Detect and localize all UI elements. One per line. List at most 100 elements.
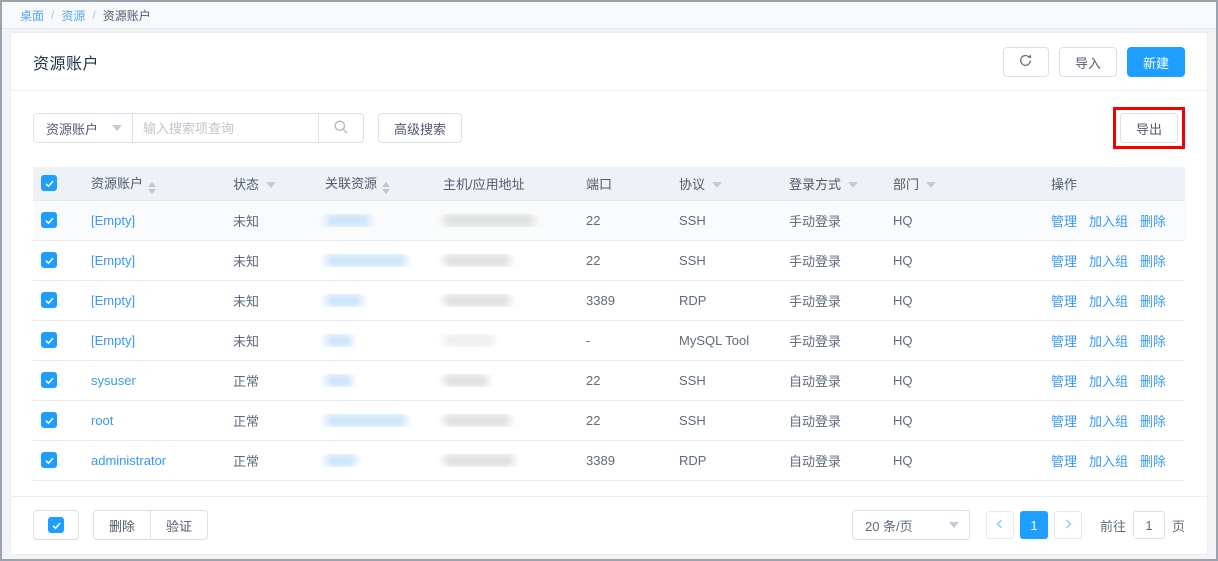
table-row: [Empty] 未知 22 SSH 手动登录 HQ 管理加入组删除 (33, 201, 1185, 241)
column-header-protocol[interactable]: 协议 (671, 174, 781, 193)
footer-select-all-button[interactable] (33, 510, 79, 540)
breadcrumb-desktop[interactable]: 桌面 (20, 7, 44, 24)
prev-page-button[interactable] (986, 511, 1014, 539)
delete-link[interactable]: 删除 (1140, 334, 1166, 349)
column-header-login-method[interactable]: 登录方式 (781, 174, 885, 193)
page-size-select[interactable]: 20 条/页 (852, 510, 970, 540)
department-cell: HQ (885, 293, 1043, 308)
current-page-button[interactable]: 1 (1020, 511, 1048, 539)
table-row: root 正常 22 SSH 自动登录 HQ 管理加入组删除 (33, 401, 1185, 441)
table-row: [Empty] 未知 3389 RDP 手动登录 HQ 管理加入组删除 (33, 281, 1185, 321)
join-group-link[interactable]: 加入组 (1089, 214, 1128, 229)
next-page-button[interactable] (1054, 511, 1082, 539)
blurred-resource-value (325, 454, 357, 467)
delete-link[interactable]: 删除 (1140, 454, 1166, 469)
filter-caret-icon[interactable] (266, 182, 276, 188)
account-link[interactable]: sysuser (91, 373, 136, 388)
account-link[interactable]: [Empty] (91, 333, 135, 348)
search-icon (333, 119, 349, 138)
manage-link[interactable]: 管理 (1051, 214, 1077, 229)
row-checkbox[interactable] (41, 292, 57, 308)
row-checkbox[interactable] (41, 412, 57, 428)
search-button[interactable] (318, 113, 364, 143)
breadcrumb-resources[interactable]: 资源 (61, 7, 85, 24)
column-header-account[interactable]: 资源账户 (83, 173, 225, 194)
bulk-delete-button[interactable]: 删除 (93, 510, 151, 540)
filter-caret-icon[interactable] (848, 182, 858, 188)
delete-link[interactable]: 删除 (1140, 414, 1166, 429)
advanced-search-button[interactable]: 高级搜索 (378, 113, 462, 143)
account-link[interactable]: [Empty] (91, 253, 135, 268)
login-method-cell: 自动登录 (781, 411, 885, 430)
import-button[interactable]: 导入 (1059, 47, 1117, 77)
footer-checkbox[interactable] (48, 517, 64, 533)
manage-link[interactable]: 管理 (1051, 374, 1077, 389)
sort-icon[interactable] (148, 182, 156, 194)
status-cell: 正常 (225, 451, 317, 470)
port-cell: - (578, 333, 671, 348)
search-input[interactable] (133, 113, 319, 143)
delete-link[interactable]: 删除 (1140, 374, 1166, 389)
account-link[interactable]: [Empty] (91, 213, 135, 228)
content-card: 资源账户 导入 新建 资源账户 (10, 32, 1208, 555)
column-header-resource[interactable]: 关联资源 (317, 173, 435, 194)
account-link[interactable]: root (91, 413, 113, 428)
create-button[interactable]: 新建 (1127, 47, 1185, 77)
delete-link[interactable]: 删除 (1140, 294, 1166, 309)
blurred-address-value (443, 454, 515, 467)
manage-link[interactable]: 管理 (1051, 334, 1077, 349)
table-header-row: 资源账户 状态 关联资源 主机/应用地址 端口 协议 登录方式 部门 操作 (33, 167, 1185, 201)
search-group: 资源账户 (33, 113, 364, 143)
row-checkbox[interactable] (41, 212, 57, 228)
column-header-status[interactable]: 状态 (225, 174, 317, 193)
port-cell: 3389 (578, 453, 671, 468)
row-checkbox[interactable] (41, 332, 57, 348)
protocol-cell: SSH (671, 253, 781, 268)
select-all-checkbox[interactable] (41, 175, 57, 191)
join-group-link[interactable]: 加入组 (1089, 334, 1128, 349)
join-group-link[interactable]: 加入组 (1089, 294, 1128, 309)
manage-link[interactable]: 管理 (1051, 294, 1077, 309)
row-checkbox[interactable] (41, 372, 57, 388)
delete-link[interactable]: 删除 (1140, 254, 1166, 269)
login-method-cell: 手动登录 (781, 331, 885, 350)
protocol-cell: SSH (671, 373, 781, 388)
port-cell: 3389 (578, 293, 671, 308)
join-group-link[interactable]: 加入组 (1089, 374, 1128, 389)
account-link[interactable]: [Empty] (91, 293, 135, 308)
breadcrumb-separator: / (92, 8, 95, 22)
goto-page-input[interactable] (1133, 511, 1165, 539)
manage-link[interactable]: 管理 (1051, 454, 1077, 469)
department-cell: HQ (885, 453, 1043, 468)
port-cell: 22 (578, 253, 671, 268)
column-header-department[interactable]: 部门 (885, 174, 1043, 193)
blurred-address-value (443, 214, 535, 227)
filter-caret-icon[interactable] (712, 182, 722, 188)
join-group-link[interactable]: 加入组 (1089, 254, 1128, 269)
header-checkbox-cell (33, 175, 83, 192)
delete-link[interactable]: 删除 (1140, 214, 1166, 229)
bulk-verify-button[interactable]: 验证 (151, 510, 208, 540)
join-group-link[interactable]: 加入组 (1089, 454, 1128, 469)
manage-link[interactable]: 管理 (1051, 414, 1077, 429)
department-cell: HQ (885, 333, 1043, 348)
manage-link[interactable]: 管理 (1051, 254, 1077, 269)
refresh-button[interactable] (1003, 47, 1049, 77)
status-cell: 未知 (225, 211, 317, 230)
filter-caret-icon[interactable] (926, 182, 936, 188)
blurred-address-value (443, 294, 511, 307)
status-cell: 未知 (225, 331, 317, 350)
row-checkbox[interactable] (41, 452, 57, 468)
port-cell: 22 (578, 373, 671, 388)
search-category-select[interactable]: 资源账户 (33, 113, 133, 143)
table-row: administrator 正常 3389 RDP 自动登录 HQ 管理加入组删… (33, 441, 1185, 481)
breadcrumb: 桌面 / 资源 / 资源账户 (2, 2, 1216, 29)
join-group-link[interactable]: 加入组 (1089, 414, 1128, 429)
protocol-cell: RDP (671, 453, 781, 468)
export-button[interactable]: 导出 (1120, 113, 1178, 143)
sort-icon[interactable] (382, 182, 390, 194)
export-highlight-box: 导出 (1113, 107, 1185, 149)
account-link[interactable]: administrator (91, 453, 166, 468)
blurred-resource-value (325, 294, 363, 307)
row-checkbox[interactable] (41, 252, 57, 268)
